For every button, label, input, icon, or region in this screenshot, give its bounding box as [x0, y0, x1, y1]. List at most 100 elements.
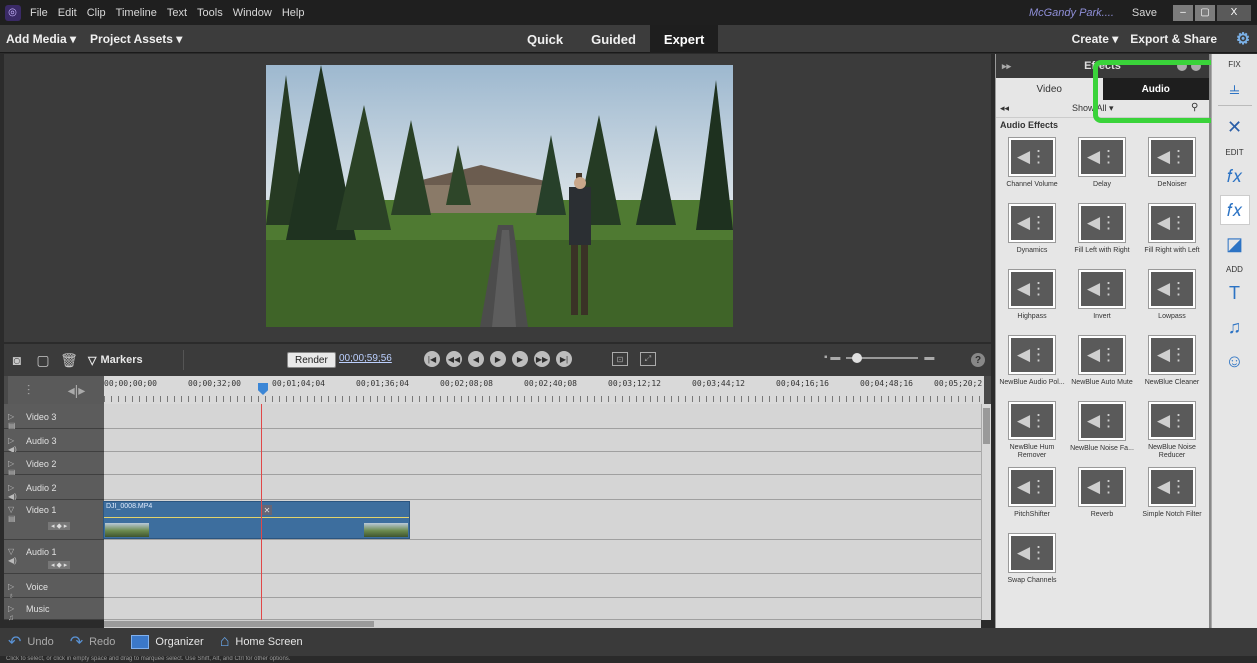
minimize-button[interactable]: – — [1173, 4, 1193, 21]
app-icon[interactable]: ◎ — [0, 0, 25, 25]
markers-menu[interactable]: ▽ Markers — [88, 354, 143, 367]
track-lane-audio-2[interactable] — [104, 475, 981, 500]
track-header-music[interactable]: ▷ ♫ Music — [4, 598, 104, 622]
effect-item[interactable]: ◀⋮ Delay — [1068, 138, 1136, 196]
transitions-icon[interactable]: ◪ — [1220, 229, 1250, 259]
menu-tools[interactable]: Tools — [192, 7, 228, 19]
track-lane-audio-3[interactable] — [104, 429, 981, 452]
track-header-audio-1[interactable]: ▽ ◀) Audio 1 ◂ ◆ ▸ — [4, 540, 104, 574]
adjust-icon[interactable]: ⫨ — [1220, 73, 1250, 103]
video-preview[interactable] — [266, 65, 733, 327]
effect-item[interactable]: ◀⋮ DeNoiser — [1138, 138, 1206, 196]
go-to-end-icon[interactable]: ▶| — [556, 351, 572, 367]
track-header-voice[interactable]: ▷ ♁ Voice — [4, 574, 104, 600]
effect-item[interactable]: ◀⋮ Dynamics — [998, 204, 1066, 262]
snap-icon[interactable]: ⫶ — [27, 382, 31, 399]
user-name[interactable]: McGandy Park.... — [1029, 7, 1114, 19]
effect-item[interactable]: ◀⋮ NewBlue Hum Remover — [998, 402, 1066, 460]
close-button[interactable]: X — [1217, 4, 1251, 21]
tab-video-effects[interactable]: Video — [996, 78, 1103, 100]
tab-audio-effects[interactable]: Audio — [1102, 78, 1209, 100]
track-lane-music[interactable] — [104, 598, 981, 620]
track-header-video-1[interactable]: ▽ ▤ Video 1 ◂ ◆ ▸ — [4, 500, 104, 540]
project-assets-button[interactable]: Project Assets ▾ — [90, 32, 182, 46]
menu-timeline[interactable]: Timeline — [111, 7, 162, 19]
new-item-icon[interactable]: ▢ — [30, 352, 56, 369]
fast-forward-icon[interactable]: ▶▶ — [534, 351, 550, 367]
graphics-icon[interactable]: ☺ — [1220, 346, 1250, 376]
step-forward-icon[interactable]: ▶ — [512, 351, 528, 367]
effect-item[interactable]: ◀⋮ NewBlue Noise Fa... — [1068, 402, 1136, 460]
zoom-in-icon[interactable]: ▬ — [924, 352, 934, 363]
trash-icon[interactable]: 🗑 — [56, 352, 82, 369]
effect-item[interactable]: ◀⋮ Reverb — [1068, 468, 1136, 526]
track-lane-video-3[interactable] — [104, 404, 981, 429]
gear-icon[interactable]: ⚙ — [1229, 25, 1257, 53]
step-back-icon[interactable]: ◀ — [468, 351, 484, 367]
tab-guided[interactable]: Guided — [577, 25, 650, 53]
panel-help-icon[interactable] — [1191, 61, 1201, 71]
expand-icon[interactable]: ▷ ▤ — [8, 412, 22, 430]
menu-edit[interactable]: Edit — [53, 7, 82, 19]
help-icon[interactable]: ? — [971, 353, 985, 367]
panel-menu-icon[interactable] — [1177, 61, 1187, 71]
track-header-audio-2[interactable]: ▷ ◀) Audio 2 — [4, 475, 104, 501]
undo-button[interactable]: ↶ Undo — [0, 632, 62, 652]
effect-item[interactable]: ◀⋮ NewBlue Noise Reducer — [1138, 402, 1206, 460]
play-icon[interactable]: ▶ — [490, 351, 506, 367]
audio-icon[interactable]: ▷ ◀) — [8, 483, 22, 501]
effect-item[interactable]: ◀⋮ Fill Left with Right — [1068, 204, 1136, 262]
organizer-button[interactable]: Organizer — [123, 635, 211, 649]
timeline-ruler[interactable]: 00;00;00;00 00;00;32;00 00;01;04;04 00;0… — [104, 376, 984, 404]
go-to-start-icon[interactable]: |◀ — [424, 351, 440, 367]
full-screen-icon[interactable]: ⤢ — [640, 352, 656, 366]
zoom-out-icon[interactable]: ▪ ▬ — [824, 352, 840, 363]
effect-item[interactable]: ◀⋮ PitchShifter — [998, 468, 1066, 526]
track-header-video-2[interactable]: ▷ ▤ Video 2 — [4, 452, 104, 477]
home-screen-button[interactable]: ⌂ Home Screen — [212, 633, 311, 651]
add-media-button[interactable]: Add Media ▾ — [6, 32, 76, 46]
music-icon[interactable]: ♫ — [1220, 312, 1250, 342]
redo-button[interactable]: ↷ Redo — [62, 632, 124, 652]
effect-item[interactable]: ◀⋮ Invert — [1068, 270, 1136, 328]
show-all-dropdown[interactable]: Show All ▾ — [1072, 103, 1114, 114]
applied-effects-icon[interactable]: 𝑓𝑥 — [1220, 161, 1250, 191]
safe-margins-icon[interactable]: ⊡ — [612, 352, 628, 366]
effect-item[interactable]: ◀⋮ Simple Notch Filter — [1138, 468, 1206, 526]
scrollbar-thumb[interactable] — [983, 408, 990, 444]
rewind-icon[interactable]: ◀◀ — [446, 351, 462, 367]
tab-expert[interactable]: Expert — [649, 25, 719, 53]
tools-icon[interactable]: ✕ — [1220, 112, 1250, 142]
effect-item[interactable]: ◀⋮ Highpass — [998, 270, 1066, 328]
effect-item[interactable]: ◀⋮ NewBlue Cleaner — [1138, 336, 1206, 394]
effect-item[interactable]: ◀⋮ Channel Volume — [998, 138, 1066, 196]
track-lane-video-2[interactable] — [104, 452, 981, 475]
track-header-video-3[interactable]: ▷ ▤ Video 3 — [4, 404, 104, 430]
effect-item[interactable]: ◀⋮ Swap Channels — [998, 534, 1066, 592]
expand-panel-icon[interactable]: ▸▸ — [1002, 61, 1011, 72]
effect-item[interactable]: ◀⋮ Lowpass — [1138, 270, 1206, 328]
effects-icon[interactable]: 𝑓𝑥 — [1219, 195, 1250, 225]
effect-item[interactable]: ◀⋮ NewBlue Audio Pol... — [998, 336, 1066, 394]
track-lane-voice[interactable] — [104, 574, 981, 598]
effect-item[interactable]: ◀⋮ NewBlue Auto Mute — [1068, 336, 1136, 394]
audio-icon[interactable]: ▽ ◀) — [8, 547, 22, 565]
transition-icon[interactable]: ✕ — [262, 505, 272, 515]
menu-file[interactable]: File — [25, 7, 53, 19]
menu-text[interactable]: Text — [162, 7, 192, 19]
playhead-line[interactable] — [261, 404, 262, 620]
create-button[interactable]: Create ▾ — [1072, 32, 1119, 46]
track-header-audio-3[interactable]: ▷ ◀) Audio 3 — [4, 429, 104, 454]
export-share-button[interactable]: Export & Share — [1130, 32, 1217, 46]
keyframe-controls[interactable]: ◂ ◆ ▸ — [48, 561, 71, 569]
tab-quick[interactable]: Quick — [513, 25, 577, 53]
render-button[interactable]: Render — [287, 352, 336, 368]
zoom-slider[interactable] — [846, 352, 919, 363]
track-lane-audio-1[interactable] — [104, 540, 981, 574]
collapse-icon[interactable]: ◂◂ — [1000, 103, 1009, 114]
clip-opacity-line[interactable] — [104, 517, 409, 518]
tracks-horizontal-scrollbar[interactable] — [104, 620, 981, 628]
menu-window[interactable]: Window — [228, 7, 277, 19]
save-button[interactable]: Save — [1132, 7, 1157, 19]
restore-button[interactable]: ▢ — [1195, 4, 1215, 21]
